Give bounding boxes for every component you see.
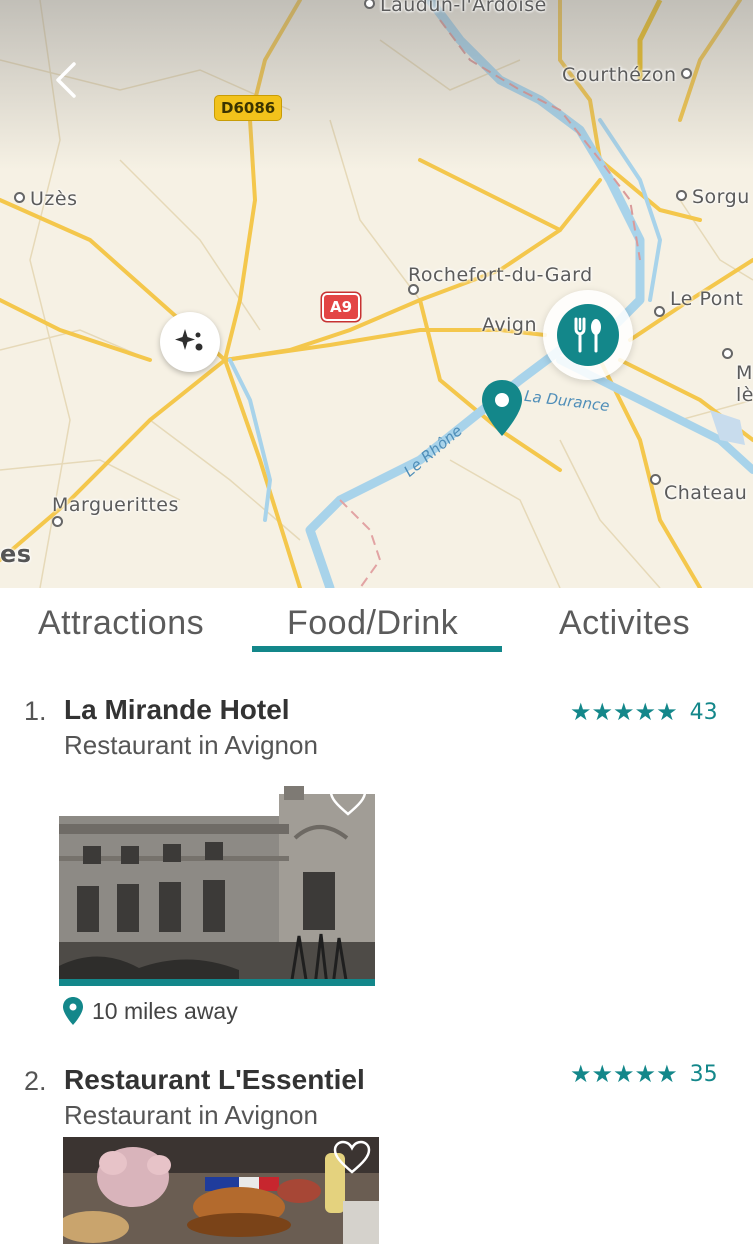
favorite-button[interactable] (332, 1140, 372, 1176)
map-place-label: Rochefort-du-Gard (408, 264, 593, 286)
result-distance: 10 miles away (62, 996, 238, 1026)
sparkle-icon (175, 329, 203, 351)
food-map-marker[interactable] (543, 290, 633, 380)
map-place-dot (52, 512, 68, 534)
heart-icon (329, 782, 367, 816)
map-view[interactable]: Laudun-l'Ardoise Courthézon Uzès Sorgu R… (0, 0, 753, 588)
heart-icon (333, 1140, 371, 1174)
favorite-button[interactable] (328, 782, 368, 818)
result-category: Restaurant in Avignon (64, 1100, 318, 1130)
back-button[interactable] (44, 56, 88, 104)
active-tab-indicator (252, 646, 502, 652)
map-place-label: Courthézon (562, 64, 697, 86)
review-count: 35 (689, 1061, 718, 1087)
map-place-label: es (0, 540, 32, 568)
result-title[interactable]: La Mirande Hotel (64, 694, 290, 726)
map-place-label: Laudun-l'Ardoise (364, 0, 547, 16)
fork-knife-icon (574, 317, 601, 353)
sparkle-button[interactable] (160, 312, 220, 372)
result-category: Restaurant in Avignon (64, 730, 318, 760)
category-tabs: Attractions Food/Drink Activites (0, 588, 753, 658)
map-place-label: Le Pont (654, 288, 743, 317)
chevron-left-icon (56, 62, 76, 98)
location-pin-icon (482, 380, 522, 436)
food-marker-circle (557, 304, 619, 366)
star-rating-icon: ★★★★★ (570, 698, 678, 726)
result-title[interactable]: Restaurant L'Essentiel (64, 1064, 365, 1096)
location-pin-icon (63, 997, 83, 1025)
review-count: 43 (689, 699, 718, 725)
tab-attractions[interactable]: Attractions (38, 604, 204, 643)
map-place-label: Uzès (14, 188, 77, 210)
map-place-label: Marguerittes (52, 494, 179, 516)
map-place-label: Chateau (664, 482, 748, 504)
result-rating: ★★★★★ 43 (570, 698, 718, 726)
result-rating: ★★★★★ 35 (570, 1060, 718, 1088)
map-place-label: Sorgu (676, 186, 750, 208)
road-badge-d6086: D6086 (214, 95, 283, 121)
distance-text: 10 miles away (92, 997, 238, 1024)
star-rating-icon: ★★★★★ (570, 1060, 678, 1088)
result-rank: 1. (24, 696, 47, 726)
list-item[interactable]: 1. La Mirande Hotel Restaurant in Avigno… (0, 690, 753, 1030)
map-place-dot (408, 280, 424, 302)
map-place-label: M (736, 362, 753, 384)
list-item[interactable]: 2. Restaurant L'Essentiel Restaurant in … (0, 1060, 753, 1244)
map-place-label: lè (736, 384, 753, 406)
photo-accent-bar (59, 979, 375, 986)
tab-activites[interactable]: Activites (559, 604, 690, 643)
location-pin-marker[interactable] (480, 378, 524, 440)
result-rank: 2. (24, 1066, 47, 1096)
road-badge-a9: A9 (322, 293, 361, 321)
map-place-label: Avign (482, 314, 538, 336)
tab-food-drink[interactable]: Food/Drink (287, 604, 458, 643)
